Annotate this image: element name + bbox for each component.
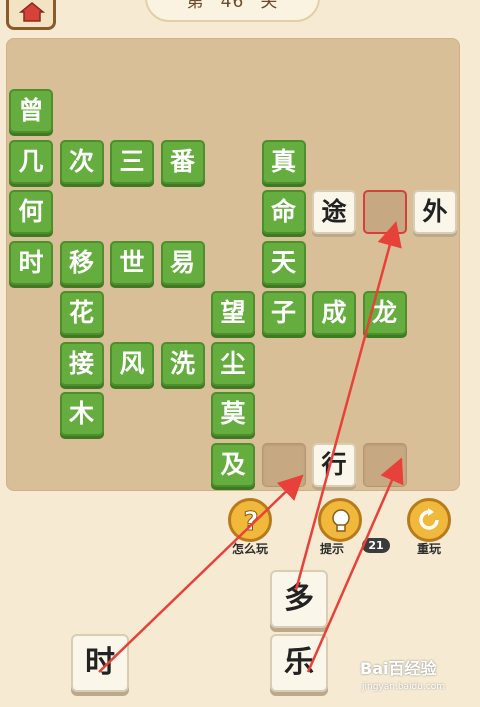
how-to-play-label: 怎么玩 <box>231 542 268 556</box>
level-number: 46 <box>220 0 245 12</box>
level-prefix: 第 <box>186 0 205 12</box>
level-suffix: 关 <box>260 0 279 12</box>
board-tile-placed[interactable]: 途 <box>312 190 356 234</box>
board-tile-filled: 木 <box>59 392 104 436</box>
lightbulb-icon <box>332 509 350 532</box>
replay-button[interactable] <box>407 498 451 542</box>
home-button[interactable] <box>6 0 56 30</box>
board-tile-filled: 时 <box>9 240 53 285</box>
hint-button[interactable] <box>318 498 362 542</box>
choice-tile[interactable]: 时 <box>71 634 129 692</box>
board-tile-placed[interactable]: 行 <box>312 442 356 487</box>
replay-label: 重玩 <box>416 542 441 556</box>
board-tile-filled: 真 <box>261 139 306 184</box>
board-tile-filled: 风 <box>110 341 154 386</box>
how-to-play-button[interactable]: ? <box>228 498 272 542</box>
board-tile-filled: 三 <box>110 139 154 184</box>
board-tile-filled: 莫 <box>211 392 255 436</box>
level-title: 第 46 关 <box>145 0 320 22</box>
board-tile-filled: 成 <box>312 291 356 335</box>
refresh-icon <box>419 508 439 530</box>
question-icon: ? <box>243 507 259 535</box>
hint-label: 提示 <box>319 542 344 556</box>
board-tile-filled: 尘 <box>211 341 255 386</box>
board-tile-filled: 移 <box>59 240 104 285</box>
board-slot-empty[interactable] <box>362 442 407 487</box>
board-slot-selected[interactable] <box>362 190 407 234</box>
board-tile-filled: 何 <box>9 190 53 234</box>
board-tile-filled: 天 <box>261 240 306 285</box>
board-tile-filled: 世 <box>110 240 154 285</box>
board-tile-filled: 及 <box>211 442 255 487</box>
board-tile-filled: 子 <box>261 291 306 335</box>
board-tile-placed[interactable]: 外 <box>413 190 457 234</box>
board-tile-filled: 次 <box>59 139 104 184</box>
watermark-url: jingyan.baidu.com <box>362 682 446 692</box>
board-tile-filled: 龙 <box>362 291 407 335</box>
board-tile-filled: 望 <box>211 291 255 335</box>
choice-tile[interactable]: 多 <box>270 570 328 628</box>
choice-tile[interactable]: 乐 <box>270 634 328 692</box>
board-slot-empty[interactable] <box>261 442 306 487</box>
board-tile-filled: 曾 <box>9 89 53 133</box>
board-tile-filled: 接 <box>59 341 104 386</box>
board-tile-filled: 花 <box>59 291 104 335</box>
board-tile-filled: 命 <box>261 190 306 234</box>
board-tile-filled: 番 <box>160 139 205 184</box>
board-tile-filled: 洗 <box>160 341 205 386</box>
board-tile-filled: 易 <box>160 240 205 285</box>
board-tile-filled: 几 <box>9 139 53 184</box>
watermark-logo: Bai百经验 <box>360 659 437 678</box>
hint-count-badge: 21 <box>362 538 390 553</box>
svg-text:?: ? <box>243 507 258 535</box>
home-icon <box>19 2 45 22</box>
